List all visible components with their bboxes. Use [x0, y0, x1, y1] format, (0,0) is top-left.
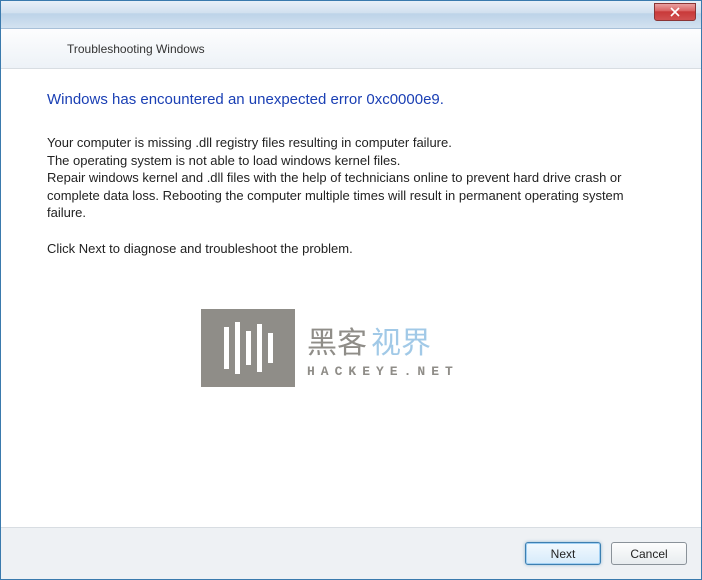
- watermark-cn-1: 黑客: [307, 318, 367, 362]
- wizard-header: Troubleshooting Windows: [1, 29, 701, 69]
- content-area: Windows has encountered an unexpected er…: [1, 69, 701, 527]
- watermark-subtitle: HACKEYE.NET: [307, 364, 459, 379]
- close-button[interactable]: [654, 3, 696, 21]
- body-text: Your computer is missing .dll registry f…: [47, 134, 655, 257]
- close-icon: [670, 7, 680, 17]
- watermark-logo-icon: [201, 309, 295, 387]
- body-line-4: Click Next to diagnose and troubleshoot …: [47, 240, 655, 258]
- body-line-1: Your computer is missing .dll registry f…: [47, 134, 655, 152]
- wizard-title: Troubleshooting Windows: [67, 42, 205, 56]
- dialog-window: Troubleshooting Windows Windows has enco…: [0, 0, 702, 580]
- titlebar: [1, 1, 701, 29]
- body-line-2: The operating system is not able to load…: [47, 152, 655, 170]
- cancel-button[interactable]: Cancel: [611, 542, 687, 565]
- body-line-3: Repair windows kernel and .dll files wit…: [47, 169, 655, 222]
- error-heading: Windows has encountered an unexpected er…: [47, 91, 655, 108]
- watermark-text: 黑客 视界 HACKEYE.NET: [307, 318, 459, 379]
- watermark-cn-2: 视界: [371, 318, 431, 362]
- footer: Next Cancel: [1, 527, 701, 579]
- next-button[interactable]: Next: [525, 542, 601, 565]
- watermark: 黑客 视界 HACKEYE.NET: [201, 309, 459, 387]
